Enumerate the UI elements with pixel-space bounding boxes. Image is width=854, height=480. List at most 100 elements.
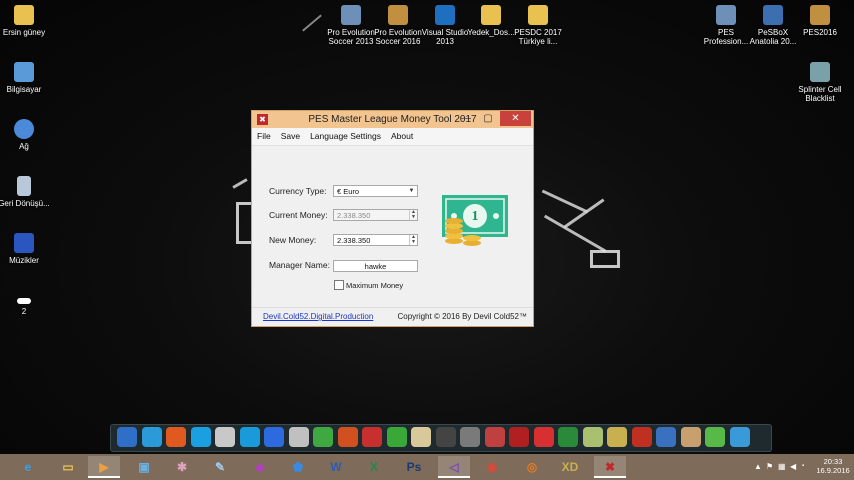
folder-icon [481,5,501,25]
security-icon[interactable]: ⬟ [282,456,314,478]
dock-app-icon[interactable] [337,427,358,447]
firefox-icon[interactable]: ◎ [516,456,548,478]
menu-language-settings[interactable]: Language Settings [305,128,386,145]
language-indicator-icon[interactable]: ▪ [802,463,804,469]
dock-app-icon[interactable] [215,427,235,447]
tool-icon[interactable]: ✎ [204,456,236,478]
desktop-icon-ersin-guney[interactable]: Ersin güney [0,5,52,37]
computer-icon [14,62,34,82]
clock-time: 20:33 [823,457,843,466]
manager-name-input[interactable]: hawke [333,260,418,272]
dock-app-icon[interactable] [656,427,676,447]
new-money-value: 2.338.350 [337,236,371,245]
dock-app-icon[interactable] [190,427,211,447]
currency-type-select[interactable]: € Euro ▼ [333,185,418,197]
currency-type-value: € Euro [337,187,360,196]
dock-app-icon[interactable] [509,427,529,447]
network-status-icon[interactable]: ▦ [778,462,786,471]
menu-bar: File Save Language Settings About [252,128,533,146]
money-illustration: 1 [440,191,510,251]
menu-save[interactable]: Save [276,128,305,145]
dock-app-icon[interactable] [288,427,309,447]
money-tool-icon[interactable]: ✖ [594,456,626,478]
desktop-icon-muzikler[interactable]: Müzikler [0,233,52,265]
photoshop-icon[interactable]: Ps [398,456,430,478]
remote-desktop-icon[interactable]: ▣ [128,456,160,478]
dock-app-icon[interactable] [141,427,162,447]
desktop-icon-label: Ersin güney [2,28,46,37]
ie-icon[interactable]: e [12,456,44,478]
xd-app-icon[interactable]: XD [554,456,586,478]
recycle-bin-icon [17,176,31,196]
dock-app-icon[interactable] [582,427,603,447]
paint-icon[interactable]: ✱ [166,456,198,478]
dock-app-icon[interactable] [239,427,260,447]
dock-app-icon[interactable] [533,427,554,447]
dock-app-icon[interactable] [460,427,480,447]
devil-cold52-link[interactable]: Devil.Cold52.Digital.Production [263,312,373,321]
dock-app-icon[interactable] [386,427,407,447]
desktop-icon-pes2016-right[interactable]: PES2016 [792,5,848,37]
word-icon[interactable]: W [320,456,352,478]
desktop-icon-label: Müzikler [9,256,39,265]
desktop-icon-bilgisayar[interactable]: Bilgisayar [0,62,52,94]
pes-icon [716,5,736,25]
desktop-icon-splinter-cell[interactable]: Splinter Cell Blacklist [792,62,848,103]
dock-app-icon[interactable] [558,427,578,447]
shield-app-icon[interactable]: ◆ [244,456,276,478]
music-folder-icon [14,233,34,253]
menu-about[interactable]: About [386,128,418,145]
new-money-field[interactable]: 2.338.350 ▲ ▼ [333,234,418,246]
dock-app-icon[interactable] [362,427,382,447]
system-tray: ▲ ⚑ ▦ ◀ ▪ 20:33 16.9.2016 [748,454,854,480]
money-tool-window[interactable]: ✖ PES Master League Money Tool 2017 — ▢ … [251,110,534,327]
chrome-icon[interactable]: ◉ [476,456,508,478]
dock-app-icon[interactable] [411,427,431,447]
dock-app-icon[interactable] [484,427,505,447]
desktop-icon-label: PESDC 2017 Türkiye li... [514,28,562,46]
dock-app-icon[interactable] [729,427,750,447]
desktop-icon-ag[interactable]: Ağ [0,119,52,151]
desktop-icon-label: Bilgisayar [6,85,42,94]
folder-icon [14,5,34,25]
wallpaper-decoration [232,178,248,189]
dock-app-icon[interactable] [264,427,284,447]
media-player-icon[interactable]: ▶ [88,456,120,478]
flag-icon[interactable]: ⚑ [766,462,773,471]
visual-studio-icon[interactable]: ◁ [438,456,470,478]
dock-app-icon[interactable] [607,427,627,447]
maximize-button[interactable]: ▢ [477,111,499,126]
clock-date: 16.9.2016 [816,466,850,475]
maximum-money-label: Maximum Money [346,281,404,290]
folder-icon [528,5,548,25]
network-icon [14,119,34,139]
dock-app-icon[interactable] [705,427,725,447]
dock-app-icon[interactable] [313,427,333,447]
spinner-arrows-icon[interactable]: ▲ ▼ [409,235,417,245]
new-money-label: New Money: [269,235,317,245]
money-form: Currency Type: € Euro ▼ Current Money: 2… [258,162,525,292]
desktop-icon-drive-2[interactable]: 2 [0,294,52,316]
close-button[interactable]: ✕ [500,111,531,126]
chevron-down-icon: ▼ [408,188,415,194]
dock-app-icon[interactable] [117,427,137,447]
pes2016-icon [388,5,408,25]
pes2013-icon [341,5,361,25]
clock[interactable]: 20:33 16.9.2016 [816,457,850,475]
dock-app-icon[interactable] [680,427,701,447]
file-explorer-icon[interactable]: ▭ [52,456,84,478]
current-money-value: 2.338.350 [337,211,371,220]
show-hidden-icons-icon[interactable]: ▲ [754,462,762,471]
dock-app-icon[interactable] [435,427,456,447]
maximum-money-checkbox[interactable] [334,280,344,290]
menu-file[interactable]: File [252,128,276,145]
minimize-button[interactable]: — [455,111,477,126]
excel-icon[interactable]: X [358,456,390,478]
desktop-icon-pesdc-2017[interactable]: PESDC 2017 Türkiye li... [510,5,566,46]
dock-app-icon[interactable] [166,427,186,447]
desktop-icon-label: 2 [21,307,27,316]
window-titlebar[interactable]: ✖ PES Master League Money Tool 2017 — ▢ … [252,111,533,128]
dock-app-icon[interactable] [631,427,652,447]
volume-icon[interactable]: ◀ [790,462,796,471]
desktop-icon-geri-donusum[interactable]: Geri Dönüşü... [0,176,52,208]
